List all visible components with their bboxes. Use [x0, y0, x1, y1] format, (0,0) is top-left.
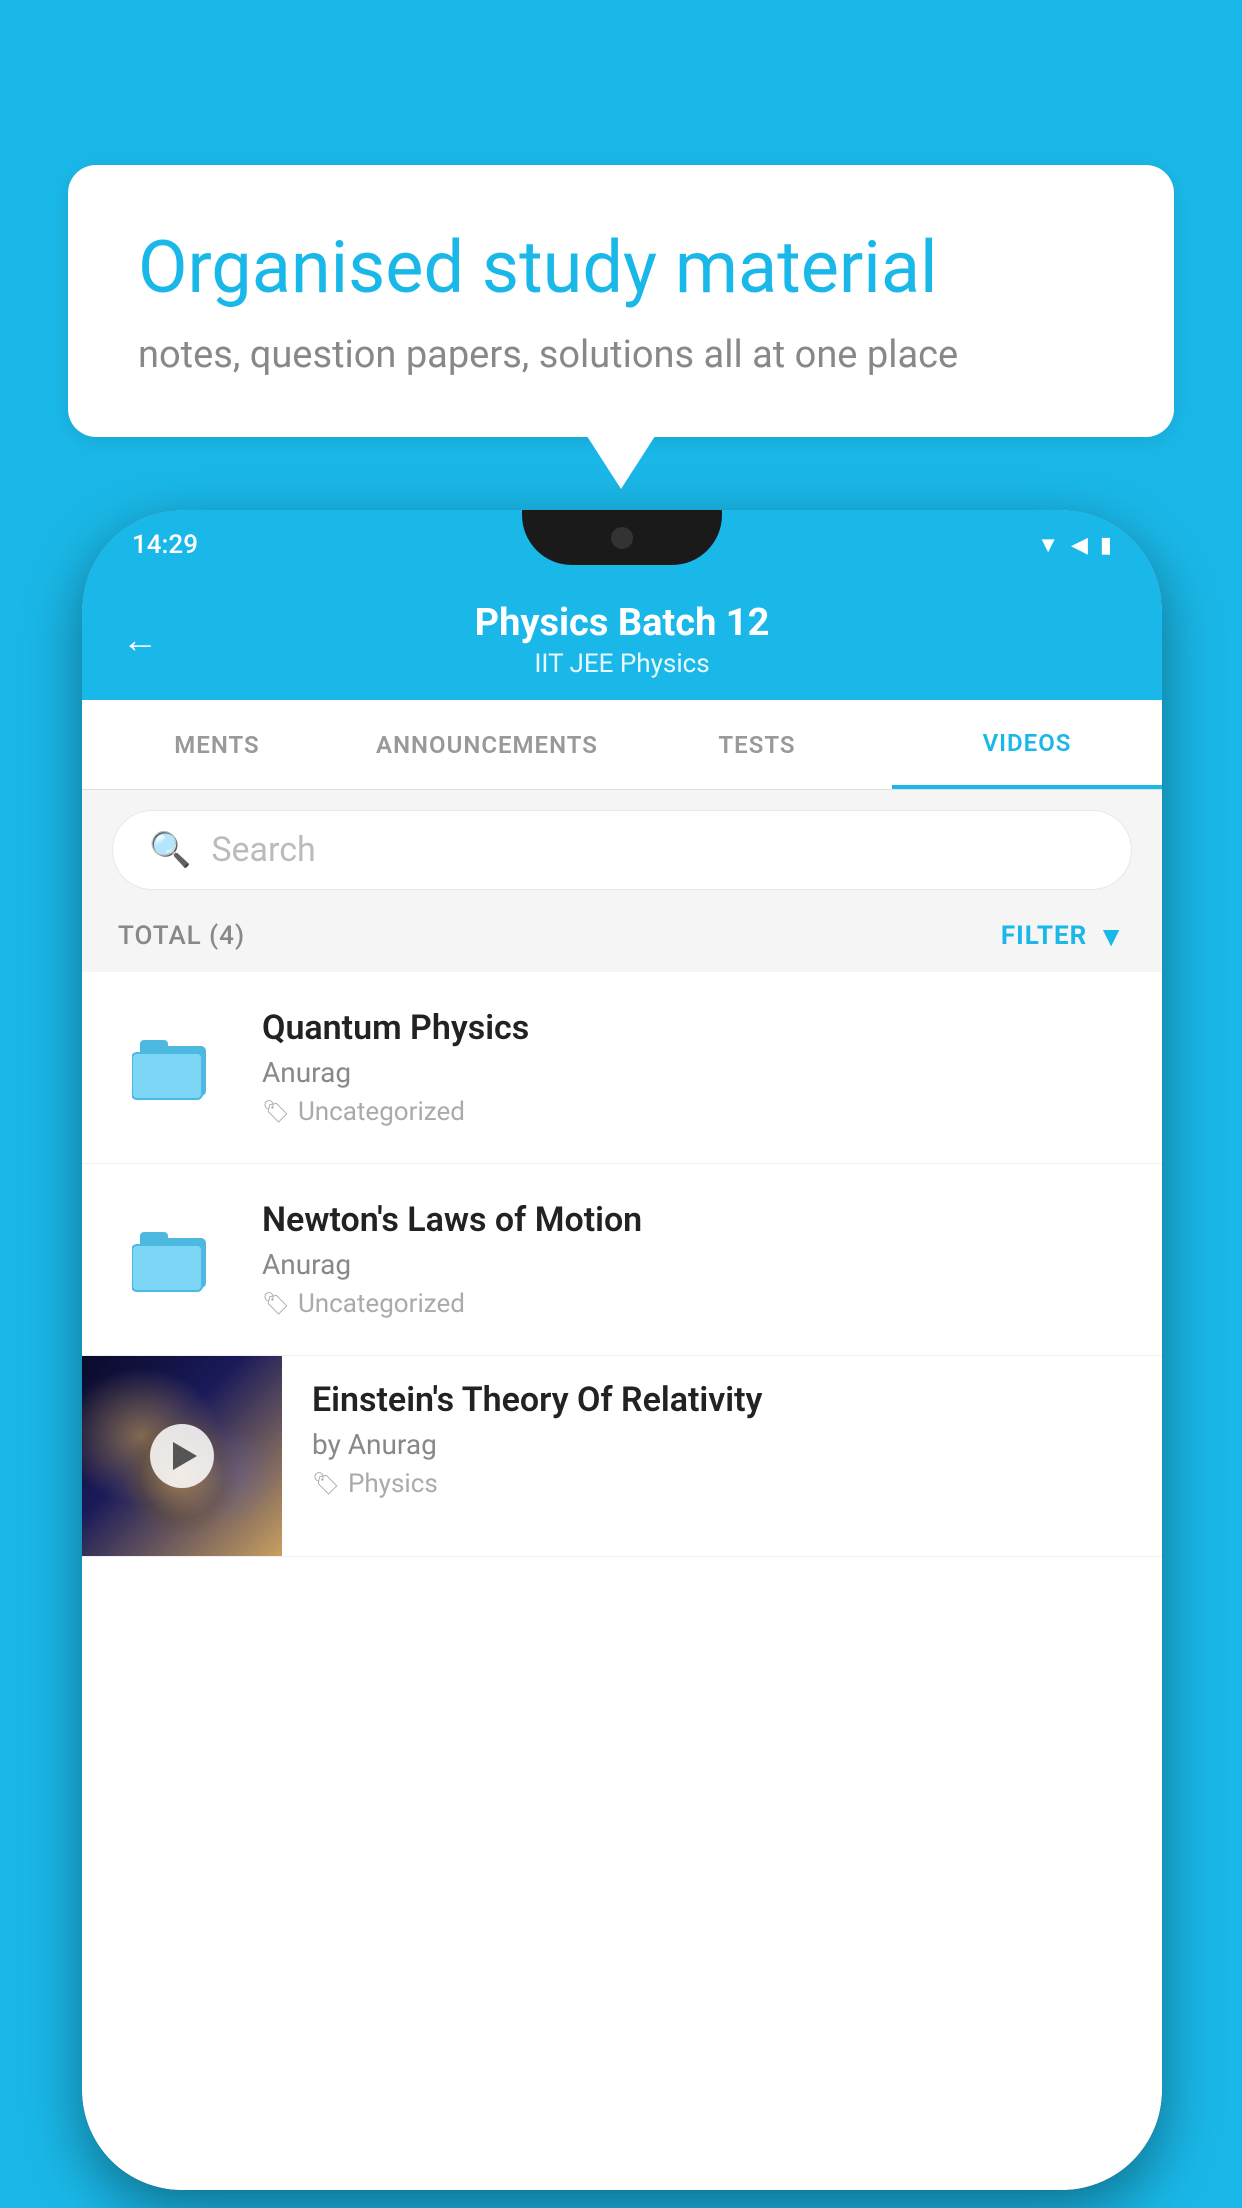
tag-text: Uncategorized [298, 1289, 465, 1319]
phone-frame: 14:29 ▼ ◀ ▮ ← Physics Batch 12 IIT JEE P… [82, 510, 1162, 2190]
tag-text: Physics [348, 1469, 438, 1499]
item-title: Newton's Laws of Motion [262, 1200, 1122, 1240]
bubble-subtitle: notes, question papers, solutions all at… [138, 333, 1104, 377]
tag-icon: 🏷 [262, 1292, 290, 1317]
app-header: ← Physics Batch 12 IIT JEE Physics [82, 580, 1162, 700]
folder-svg-icon [132, 1220, 212, 1295]
search-icon: 🔍 [149, 830, 191, 870]
tabs-bar: MENTS ANNOUNCEMENTS TESTS VIDEOS [82, 700, 1162, 790]
search-placeholder: Search [211, 830, 315, 870]
camera-dot [611, 527, 633, 549]
item-icon [122, 1028, 232, 1108]
play-triangle-icon [173, 1442, 197, 1470]
filter-icon: ▼ [1097, 920, 1126, 953]
status-icons: ▼ ◀ ▮ [1037, 532, 1112, 558]
filter-button[interactable]: FILTER ▼ [1001, 920, 1126, 953]
folder-stack-icon [132, 1028, 222, 1108]
item-tag: 🏷 Uncategorized [262, 1289, 1122, 1319]
tag-icon: 🏷 [312, 1472, 340, 1497]
content-list: Quantum Physics Anurag 🏷 Uncategorized [82, 972, 1162, 2190]
item-title: Quantum Physics [262, 1008, 1122, 1048]
item-author: Anurag [262, 1056, 1122, 1089]
tab-tests[interactable]: TESTS [622, 700, 892, 789]
tag-icon: 🏷 [262, 1100, 290, 1125]
status-time: 14:29 [132, 530, 198, 560]
bubble-title: Organised study material [138, 225, 1104, 311]
back-button[interactable]: ← [122, 619, 158, 661]
tab-ments[interactable]: MENTS [82, 700, 352, 789]
tag-text: Uncategorized [298, 1097, 465, 1127]
folder-svg-icon [132, 1028, 212, 1103]
phone-screen: 14:29 ▼ ◀ ▮ ← Physics Batch 12 IIT JEE P… [82, 510, 1162, 2190]
list-item[interactable]: Quantum Physics Anurag 🏷 Uncategorized [82, 972, 1162, 1164]
item-thumbnail [82, 1356, 282, 1556]
list-item[interactable]: Newton's Laws of Motion Anurag 🏷 Uncateg… [82, 1164, 1162, 1356]
item-tag: 🏷 Uncategorized [262, 1097, 1122, 1127]
item-author: Anurag [262, 1248, 1122, 1281]
header-subtitle: IIT JEE Physics [534, 649, 709, 679]
play-button[interactable] [150, 1424, 214, 1488]
folder-stack-icon [132, 1220, 222, 1300]
wifi-icon: ▼ [1037, 532, 1059, 558]
item-title: Einstein's Theory Of Relativity [312, 1380, 1132, 1420]
header-title: Physics Batch 12 [475, 601, 770, 645]
notch [522, 510, 722, 565]
item-info: Newton's Laws of Motion Anurag 🏷 Uncateg… [232, 1200, 1122, 1319]
search-container: 🔍 Search [82, 790, 1162, 910]
status-bar: 14:29 ▼ ◀ ▮ [82, 510, 1162, 580]
item-info: Quantum Physics Anurag 🏷 Uncategorized [232, 1008, 1122, 1127]
item-info: Einstein's Theory Of Relativity by Anura… [282, 1356, 1162, 1523]
list-item[interactable]: Einstein's Theory Of Relativity by Anura… [82, 1356, 1162, 1557]
item-tag: 🏷 Physics [312, 1469, 1132, 1499]
battery-icon: ▮ [1100, 533, 1112, 558]
total-label: TOTAL (4) [118, 921, 245, 951]
item-icon [122, 1220, 232, 1300]
tab-announcements[interactable]: ANNOUNCEMENTS [352, 700, 622, 789]
signal-icon: ◀ [1071, 533, 1088, 558]
total-bar: TOTAL (4) FILTER ▼ [82, 900, 1162, 972]
search-box[interactable]: 🔍 Search [112, 810, 1132, 890]
item-author: by Anurag [312, 1428, 1132, 1461]
tab-videos[interactable]: VIDEOS [892, 700, 1162, 789]
filter-label: FILTER [1001, 921, 1087, 951]
speech-bubble: Organised study material notes, question… [68, 165, 1174, 437]
